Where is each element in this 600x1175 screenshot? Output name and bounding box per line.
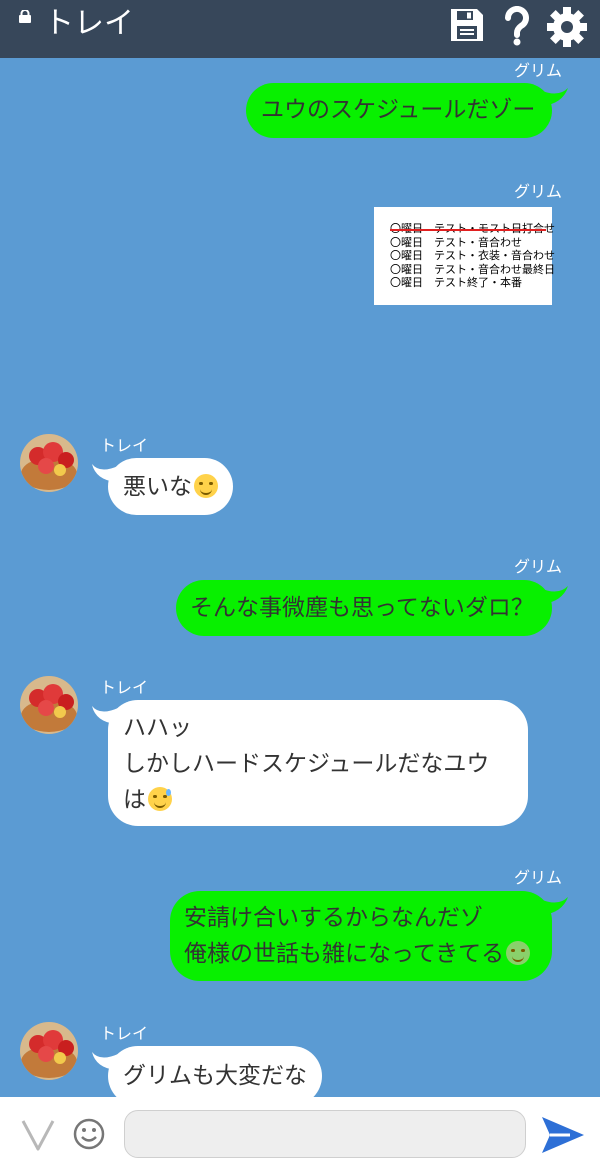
sender-name: グリム (514, 61, 563, 80)
message-line: しかしハードスケジュールだなユウ (123, 751, 490, 777)
message-line: 俺様の世話も雑になってきてる (184, 936, 552, 972)
message-line: 安請け合いするからなんだゾ (184, 905, 483, 931)
sender-name: グリム (514, 557, 563, 576)
schedule-line: 〇曜日 テスト・衣装・音合わせ (390, 249, 555, 262)
avatar[interactable] (20, 1022, 78, 1080)
sender-name: トレイ (100, 436, 149, 455)
smirk-emoji-icon (194, 474, 218, 498)
crying-emoji-icon (506, 941, 531, 965)
avatar[interactable] (20, 676, 78, 734)
settings-icon[interactable] (546, 6, 588, 48)
send-icon[interactable] (540, 1115, 586, 1155)
help-icon[interactable] (502, 6, 532, 46)
message-bubble: 安請け合いするからなんだゾ 俺様の世話も雑になってきてる (170, 891, 552, 981)
schedule-line: 〇曜日 テスト・音合わせ最終日 (390, 262, 555, 276)
strikethrough (390, 229, 546, 231)
message-text: 悪いな (123, 474, 192, 500)
message-input[interactable] (124, 1110, 526, 1158)
message-bubble: そんな事微塵も思ってないダロ？ (176, 580, 552, 636)
schedule-line: 〇曜日 テスト終了・本番 (390, 276, 522, 289)
message-bubble: ユウのスケジュールだゾー (246, 83, 552, 138)
sticker-icon[interactable] (20, 1117, 56, 1153)
message-bubble: 悪いな (108, 458, 233, 515)
sweat-smile-emoji-icon (148, 787, 172, 811)
sender-name: トレイ (100, 678, 149, 697)
message-line: は (123, 782, 528, 818)
message-line: ハハッ (123, 715, 192, 741)
save-icon[interactable] (448, 6, 486, 44)
chat-header: トレイ (0, 0, 600, 58)
message-composer (0, 1097, 600, 1175)
sender-name: トレイ (100, 1024, 149, 1043)
message-bubble: ハハッ しかしハードスケジュールだなユウ は (108, 700, 528, 826)
sender-name: グリム (514, 868, 563, 887)
sender-name: グリム (514, 182, 563, 201)
schedule-image[interactable]: 〇曜日 テスト・モスト日打合せ 〇曜日 テスト・音合わせ 〇曜日 テスト・衣装・… (374, 207, 555, 305)
chat-title: トレイ (44, 6, 134, 41)
lock-icon (19, 10, 31, 23)
avatar[interactable] (20, 434, 78, 492)
schedule-line: 〇曜日 テスト・音合わせ (390, 235, 522, 249)
emoji-icon[interactable] (72, 1117, 106, 1151)
